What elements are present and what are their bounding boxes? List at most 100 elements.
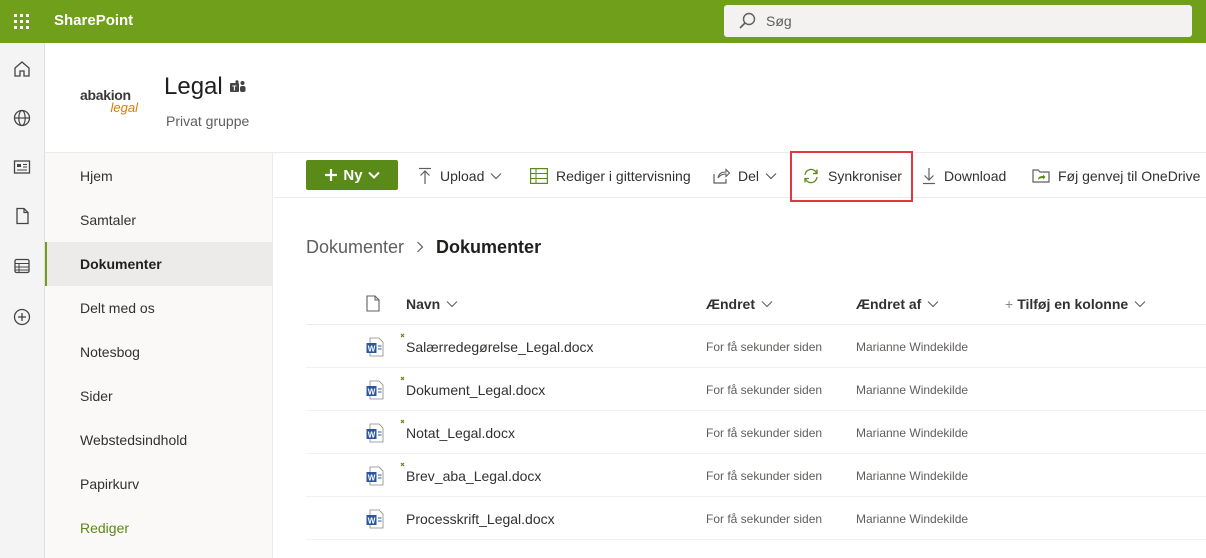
word-document-icon: W bbox=[366, 337, 384, 357]
nav-item-sider[interactable]: Sider bbox=[45, 374, 273, 418]
share-icon bbox=[713, 167, 730, 184]
chevron-down-icon bbox=[446, 300, 458, 307]
grid-view-label: Rediger i gittervisning bbox=[556, 167, 691, 184]
add-icon[interactable] bbox=[11, 306, 33, 328]
download-icon bbox=[923, 167, 935, 184]
table-row[interactable]: W Notat_Legal.docx For få sekunder siden… bbox=[306, 411, 1206, 454]
add-column-label: Tilføj en kolonne bbox=[1017, 295, 1129, 312]
suite-bar: SharePoint Søg bbox=[0, 0, 1206, 43]
upload-button[interactable]: Upload bbox=[418, 153, 510, 198]
nav-item-notesbog[interactable]: Notesbog bbox=[45, 330, 273, 374]
column-header-name[interactable]: Navn bbox=[406, 282, 458, 325]
site-title[interactable]: Legal bbox=[164, 73, 223, 101]
svg-text:W: W bbox=[368, 387, 376, 396]
modified-by-cell[interactable]: Marianne Windekilde bbox=[856, 454, 968, 497]
table-row[interactable]: W Brev_aba_Legal.docx For få sekunder si… bbox=[306, 454, 1206, 497]
file-name-link[interactable]: Dokument_Legal.docx bbox=[406, 368, 545, 411]
file-type-header[interactable] bbox=[366, 282, 380, 325]
column-modified-by-label: Ændret af bbox=[856, 295, 922, 312]
command-bar: Ny Upload Rediger i gittervisning Del Sy… bbox=[274, 151, 1206, 202]
app-rail bbox=[0, 43, 45, 558]
upload-label: Upload bbox=[440, 167, 485, 184]
table-row[interactable]: W Processkrift_Legal.docx For få sekunde… bbox=[306, 497, 1206, 540]
folder-shortcut-icon bbox=[1032, 168, 1050, 183]
brand-name[interactable]: SharePoint bbox=[54, 12, 133, 29]
file-icon[interactable] bbox=[11, 205, 33, 227]
download-label: Download bbox=[944, 167, 1007, 184]
column-modified-label: Ændret bbox=[706, 295, 755, 312]
chevron-down-icon bbox=[927, 300, 939, 307]
add-shortcut-label: Føj genvej til OneDrive bbox=[1058, 167, 1201, 184]
sync-highlight-box bbox=[790, 151, 913, 202]
nav-item-webstedsindhold[interactable]: Webstedsindhold bbox=[45, 418, 273, 462]
chevron-down-icon bbox=[367, 171, 380, 179]
chevron-down-icon bbox=[1134, 300, 1146, 307]
list-icon[interactable] bbox=[11, 255, 33, 277]
modified-cell: For få sekunder siden bbox=[706, 382, 823, 397]
home-icon[interactable] bbox=[11, 58, 33, 80]
nav-item-samtaler[interactable]: Samtaler bbox=[45, 198, 273, 242]
modified-by-cell[interactable]: Marianne Windekilde bbox=[856, 497, 968, 540]
svg-text:W: W bbox=[368, 344, 376, 353]
share-label: Del bbox=[738, 167, 760, 184]
breadcrumb: Dokumenter Dokumenter bbox=[306, 235, 541, 259]
search-input[interactable]: Søg bbox=[766, 13, 792, 29]
site-subtitle: Privat gruppe bbox=[166, 113, 250, 129]
grid-view-button[interactable]: Rediger i gittervisning bbox=[530, 153, 691, 198]
modified-by-cell[interactable]: Marianne Windekilde bbox=[856, 411, 968, 454]
file-name-link[interactable]: Salærredegørelse_Legal.docx bbox=[406, 325, 594, 368]
new-button-label: Ny bbox=[343, 166, 363, 184]
nav-item-hjem[interactable]: Hjem bbox=[45, 154, 273, 198]
svg-text:W: W bbox=[368, 516, 376, 525]
search-box[interactable]: Søg bbox=[724, 5, 1192, 37]
waffle-icon bbox=[14, 14, 29, 29]
search-icon bbox=[739, 12, 756, 29]
breadcrumb-parent[interactable]: Dokumenter bbox=[306, 237, 404, 258]
word-document-icon: W bbox=[366, 380, 384, 400]
plus-icon: + bbox=[1005, 295, 1014, 312]
list-header: Navn Ændret Ændret af + Tilføj en kolonn… bbox=[306, 282, 1206, 325]
grid-icon bbox=[530, 167, 548, 184]
logo-text-bottom: legal bbox=[110, 100, 138, 115]
word-document-icon: W bbox=[366, 509, 384, 529]
modified-cell: For få sekunder siden bbox=[706, 339, 823, 354]
teams-icon[interactable]: T bbox=[230, 80, 246, 94]
news-icon[interactable] bbox=[11, 156, 33, 178]
site-logo[interactable]: abakion legal bbox=[80, 88, 144, 115]
new-button[interactable]: Ny bbox=[306, 160, 398, 190]
download-button[interactable]: Download bbox=[922, 153, 1006, 198]
add-column-button[interactable]: + Tilføj en kolonne bbox=[1005, 282, 1146, 325]
modified-by-cell[interactable]: Marianne Windekilde bbox=[856, 368, 968, 411]
file-name-link[interactable]: Notat_Legal.docx bbox=[406, 411, 515, 454]
chevron-down-icon bbox=[490, 172, 502, 179]
nav-item-papirkurv[interactable]: Papirkurv bbox=[45, 462, 273, 506]
app-launcher-button[interactable] bbox=[0, 0, 43, 43]
file-type-icon bbox=[366, 295, 380, 312]
modified-by-cell[interactable]: Marianne Windekilde bbox=[856, 325, 968, 368]
svg-text:W: W bbox=[368, 430, 376, 439]
word-document-icon: W bbox=[366, 423, 384, 443]
file-name-link[interactable]: Brev_aba_Legal.docx bbox=[406, 454, 541, 497]
nav-item-delt-med-os[interactable]: Delt med os bbox=[45, 286, 273, 330]
column-header-modified[interactable]: Ændret bbox=[706, 282, 773, 325]
modified-cell: For få sekunder siden bbox=[706, 511, 823, 526]
chevron-down-icon bbox=[761, 300, 773, 307]
site-header: abakion legal Legal T Privat gruppe bbox=[45, 43, 1206, 153]
nav-item-dokumenter[interactable]: Dokumenter bbox=[45, 242, 273, 286]
breadcrumb-current: Dokumenter bbox=[436, 236, 542, 257]
file-name-link[interactable]: Processkrift_Legal.docx bbox=[406, 497, 555, 540]
globe-icon[interactable] bbox=[11, 107, 33, 129]
add-shortcut-button[interactable]: Føj genvej til OneDrive bbox=[1032, 153, 1200, 198]
modified-cell: For få sekunder siden bbox=[706, 468, 823, 483]
chevron-right-icon bbox=[417, 241, 424, 253]
table-row[interactable]: W Salærredegørelse_Legal.docx For få sek… bbox=[306, 325, 1206, 368]
column-header-modified-by[interactable]: Ændret af bbox=[856, 282, 939, 325]
nav-edit-link[interactable]: Rediger bbox=[45, 506, 273, 550]
left-navigation: Hjem Samtaler Dokumenter Delt med os Not… bbox=[45, 153, 273, 558]
chevron-down-icon bbox=[765, 172, 777, 179]
modified-cell: For få sekunder siden bbox=[706, 425, 823, 440]
share-button[interactable]: Del bbox=[713, 153, 785, 198]
plus-icon bbox=[325, 169, 338, 181]
upload-icon bbox=[419, 167, 431, 184]
table-row[interactable]: W Dokument_Legal.docx For få sekunder si… bbox=[306, 368, 1206, 411]
